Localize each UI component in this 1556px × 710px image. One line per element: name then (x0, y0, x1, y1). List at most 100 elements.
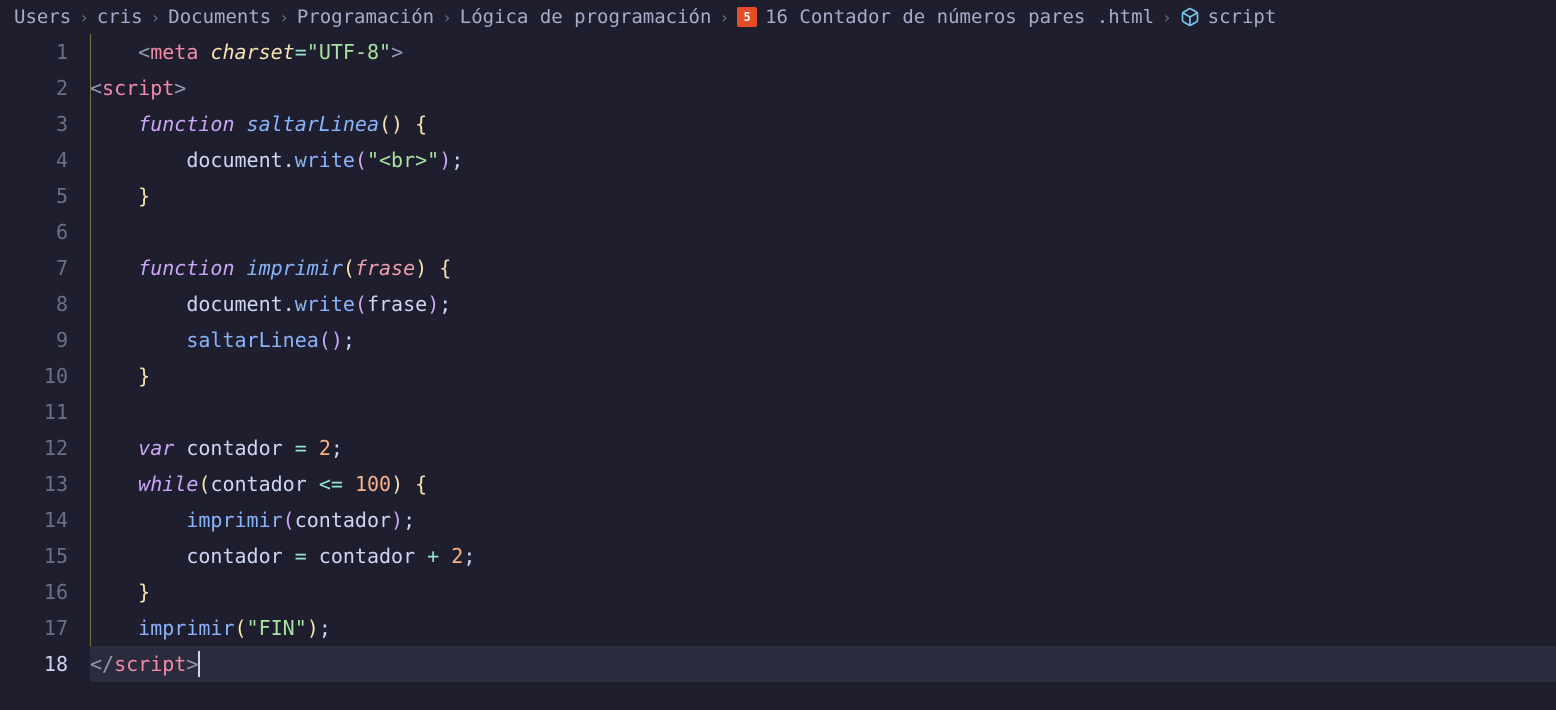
dot: . (283, 292, 295, 316)
line-number: 16 (0, 574, 68, 610)
paren: ( (343, 256, 355, 280)
code-line[interactable]: saltarLinea(); (90, 322, 1556, 358)
function-call: imprimir (186, 508, 282, 532)
crumb-file[interactable]: 16 Contador de números pares .html (765, 6, 1154, 28)
line-number: 3 (0, 106, 68, 142)
code-line[interactable]: imprimir(contador); (90, 502, 1556, 538)
code-line[interactable]: var contador = 2; (90, 430, 1556, 466)
paren: ( (319, 328, 331, 352)
number: 100 (355, 472, 391, 496)
identifier: contador (319, 544, 415, 568)
code-line[interactable]: } (90, 358, 1556, 394)
tag-bracket: </ (90, 652, 114, 676)
identifier: frase (367, 292, 427, 316)
tag-bracket: > (391, 40, 403, 64)
paren: ) (415, 256, 427, 280)
code-line[interactable]: function imprimir(frase) { (90, 250, 1556, 286)
brace: { (415, 112, 427, 136)
operator: = (295, 436, 307, 460)
paren: ( (283, 508, 295, 532)
line-number: 2 (0, 70, 68, 106)
line-number: 7 (0, 250, 68, 286)
code-line[interactable] (90, 394, 1556, 430)
code-line[interactable]: <meta charset="UTF-8"> (90, 34, 1556, 70)
paren: ) (307, 616, 319, 640)
identifier: document (186, 292, 282, 316)
semicolon: ; (403, 508, 415, 532)
tag-bracket: < (138, 40, 150, 64)
code-line[interactable]: contador = contador + 2; (90, 538, 1556, 574)
semicolon: ; (451, 148, 463, 172)
line-number: 10 (0, 358, 68, 394)
keyword: function (138, 256, 234, 280)
paren: ( (355, 292, 367, 316)
brace: { (415, 472, 427, 496)
tag-bracket: < (90, 76, 102, 100)
tag-name: script (114, 652, 186, 676)
code-editor[interactable]: 1 2 3 4 5 6 7 8 9 10 11 12 13 14 15 16 1… (0, 34, 1556, 704)
module-icon (1180, 7, 1200, 27)
semicolon: ; (463, 544, 475, 568)
paren: ) (439, 148, 451, 172)
code-line[interactable] (90, 214, 1556, 250)
chevron-icon: › (1162, 8, 1172, 27)
keyword: var (138, 436, 174, 460)
code-line[interactable]: function saltarLinea() { (90, 106, 1556, 142)
function-name: imprimir (247, 256, 343, 280)
string: "FIN" (247, 616, 307, 640)
crumb-cris[interactable]: cris (97, 6, 143, 28)
crumb-users[interactable]: Users (14, 6, 71, 28)
paren: ) (391, 508, 403, 532)
method: write (295, 148, 355, 172)
brace: } (138, 364, 150, 388)
code-line[interactable]: <script> (90, 70, 1556, 106)
code-line[interactable]: while(contador <= 100) { (90, 466, 1556, 502)
code-area[interactable]: <meta charset="UTF-8"> <script> function… (90, 34, 1556, 704)
paren: ) (391, 112, 403, 136)
line-number: 13 (0, 466, 68, 502)
line-number: 5 (0, 178, 68, 214)
tag-bracket: > (186, 652, 198, 676)
number: 2 (319, 436, 331, 460)
semicolon: ; (319, 616, 331, 640)
code-line[interactable]: imprimir("FIN"); (90, 610, 1556, 646)
function-call: saltarLinea (186, 328, 318, 352)
paren: ( (198, 472, 210, 496)
parameter: frase (355, 256, 415, 280)
brace: { (439, 256, 451, 280)
line-number: 8 (0, 286, 68, 322)
code-line[interactable]: document.write("<br>"); (90, 142, 1556, 178)
tag-name: meta (150, 40, 198, 64)
line-number: 12 (0, 430, 68, 466)
chevron-icon: › (79, 8, 89, 27)
identifier: contador (186, 436, 282, 460)
chevron-icon: › (151, 8, 161, 27)
line-number: 17 (0, 610, 68, 646)
line-number: 18 (0, 646, 68, 682)
paren: ( (235, 616, 247, 640)
line-number: 4 (0, 142, 68, 178)
brace: } (138, 184, 150, 208)
breadcrumb[interactable]: Users › cris › Documents › Programación … (0, 0, 1556, 34)
code-line[interactable]: } (90, 178, 1556, 214)
attr-name: charset (210, 40, 294, 64)
brace: } (138, 580, 150, 604)
crumb-programacion[interactable]: Programación (297, 6, 434, 28)
crumb-script[interactable]: script (1208, 6, 1277, 28)
keyword: function (138, 112, 234, 136)
operator: <= (319, 472, 343, 496)
code-line[interactable]: </script> (90, 646, 1556, 682)
dot: . (283, 148, 295, 172)
crumb-documents[interactable]: Documents (168, 6, 271, 28)
string: "<br>" (367, 148, 439, 172)
code-line[interactable]: } (90, 574, 1556, 610)
identifier: contador (295, 508, 391, 532)
crumb-logica[interactable]: Lógica de programación (460, 6, 712, 28)
chevron-icon: › (719, 8, 729, 27)
cursor (198, 651, 200, 677)
tag-name: script (102, 76, 174, 100)
operator: = (295, 544, 307, 568)
identifier: contador (210, 472, 306, 496)
line-number: 1 (0, 34, 68, 70)
code-line[interactable]: document.write(frase); (90, 286, 1556, 322)
